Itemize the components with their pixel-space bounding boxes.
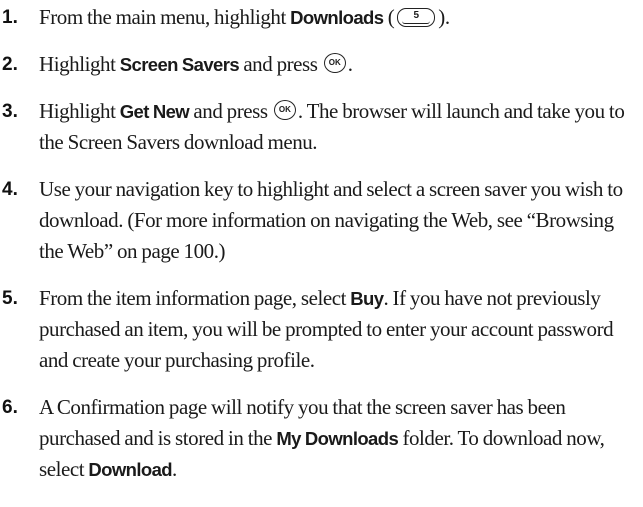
buy-option-label: Buy — [350, 288, 384, 309]
step-number: 6. — [2, 397, 18, 418]
ok-button-icon: OK — [273, 100, 296, 120]
ok-button-icon: OK — [323, 53, 346, 73]
step-text-part: . — [347, 52, 353, 76]
step-text-part: Highlight — [39, 99, 120, 123]
step-number: 2. — [2, 54, 18, 75]
step-text: A Confirmation page will notify you that… — [39, 392, 639, 485]
step-number: 4. — [2, 179, 18, 200]
step-text: Use your navigation key to highlight and… — [39, 177, 623, 263]
step-text-part: From the item information page, select — [39, 286, 351, 310]
step-number: 1. — [2, 7, 18, 28]
step-text: From the main menu, highlight Downloads … — [39, 2, 639, 33]
downloads-menu-label: Downloads — [290, 7, 384, 28]
step-text-part: ( — [383, 5, 395, 29]
screen-savers-menu-label: Screen Savers — [119, 54, 240, 75]
keypad-5-icon: 5 — [397, 8, 436, 27]
download-option-label: Download — [88, 459, 172, 480]
step-text: From the item information page, select B… — [39, 283, 639, 376]
step-text-part: From the main menu, highlight — [39, 5, 291, 29]
step-number: 3. — [2, 101, 18, 122]
step-number: 5. — [2, 288, 18, 309]
step-text-part: and press — [189, 99, 272, 123]
step-text: Highlight Get New and press OK. The brow… — [39, 96, 639, 158]
my-downloads-folder-label: My Downloads — [276, 428, 399, 449]
step-text-part: . — [172, 457, 177, 481]
step-text-part: and press — [239, 52, 322, 76]
step-text: Highlight Screen Savers and press OK. — [39, 49, 639, 80]
get-new-menu-label: Get New — [119, 101, 190, 122]
step-text-part: ). — [438, 5, 450, 29]
step-text-part: Highlight — [39, 52, 120, 76]
